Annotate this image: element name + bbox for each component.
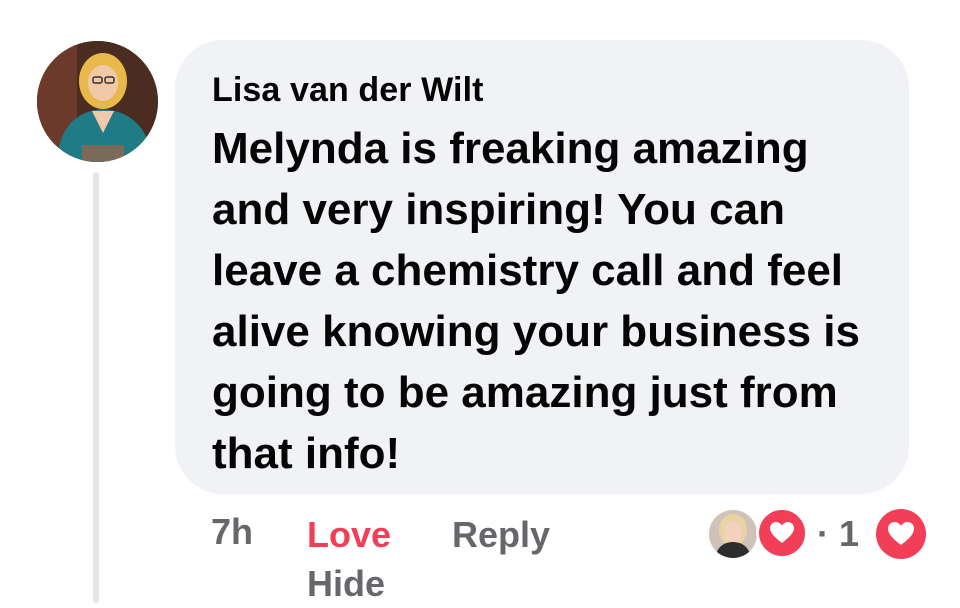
reaction-summary[interactable]: · 1 [709, 507, 929, 559]
comment-bubble: Lisa van der Wilt Melynda is freaking am… [175, 40, 909, 494]
heart-icon[interactable] [876, 509, 926, 559]
author-name[interactable]: Lisa van der Wilt [212, 70, 873, 110]
liker-avatar-image [709, 510, 757, 558]
heart-reaction-icon [756, 507, 808, 559]
thread-line [93, 172, 99, 603]
author-avatar-image [37, 41, 158, 162]
author-avatar[interactable] [37, 41, 158, 162]
reply-button[interactable]: Reply [452, 511, 550, 559]
comment-text: Melynda is freaking amazing and very ins… [212, 124, 860, 478]
love-button[interactable]: Love [307, 511, 391, 559]
liker-avatar [709, 510, 757, 558]
hide-button[interactable]: Hide [307, 560, 385, 608]
timestamp[interactable]: 7h [211, 508, 253, 556]
reaction-count: · 1 [817, 513, 860, 554]
